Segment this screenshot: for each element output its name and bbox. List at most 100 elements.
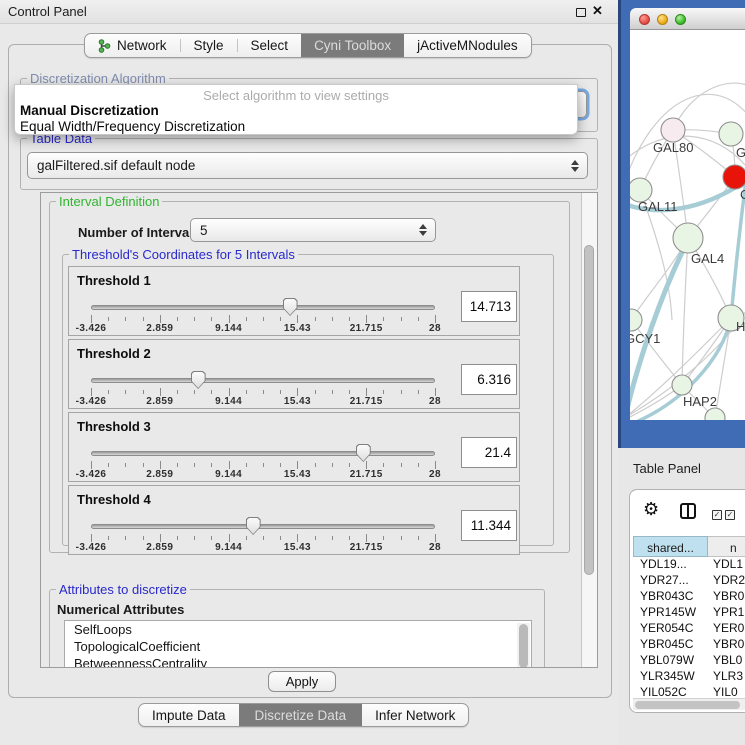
- table-header: shared... n: [633, 536, 745, 557]
- attributes-group-label: Attributes to discretize: [56, 582, 190, 597]
- table-row[interactable]: YLR345WYLR3: [633, 669, 745, 685]
- threshold-value-field[interactable]: 21.4: [461, 437, 517, 468]
- slider-thumb[interactable]: [356, 444, 371, 462]
- slider-scale-labels: -3.4262.8599.14415.4321.71528: [91, 542, 435, 553]
- slider-track[interactable]: [91, 378, 435, 383]
- network-node-label: GA: [736, 145, 745, 160]
- tab-select[interactable]: Select: [238, 34, 302, 57]
- table-row[interactable]: YBR043CYBR0: [633, 589, 745, 605]
- list-item[interactable]: BetweennessCentrality: [65, 655, 531, 668]
- num-intervals-label: Number of Intervals: [78, 225, 200, 240]
- threshold-value-field[interactable]: 11.344: [461, 510, 517, 541]
- list-item[interactable]: TopologicalCoefficient: [65, 638, 531, 655]
- threshold-slider[interactable]: [91, 444, 435, 462]
- gear-icon[interactable]: ⚙: [643, 500, 659, 518]
- network-node[interactable]: [719, 122, 743, 146]
- tab-cyni-toolbox[interactable]: Cyni Toolbox: [301, 34, 404, 57]
- interval-definition-label: Interval Definition: [56, 194, 162, 209]
- threshold-2-panel: Threshold 2 -3.4262.8599.14415.4321.7152…: [68, 339, 520, 409]
- combo-arrows-icon: [419, 224, 427, 236]
- threshold-slider[interactable]: [91, 517, 435, 535]
- network-node[interactable]: [723, 165, 745, 189]
- table-row[interactable]: YBL079WYBL0: [633, 653, 745, 669]
- network-node[interactable]: [673, 223, 703, 253]
- network-node[interactable]: [672, 375, 692, 395]
- threshold-value-field[interactable]: 6.316: [461, 364, 517, 395]
- tab-network[interactable]: Network: [85, 34, 180, 57]
- table-data-combo[interactable]: galFiltered.sif default node: [27, 152, 588, 179]
- list-item[interactable]: SelfLoops: [65, 621, 531, 638]
- table-data-combo-value: galFiltered.sif default node: [37, 158, 195, 173]
- minimize-traffic-light[interactable]: [657, 14, 668, 25]
- interval-definition-group: Interval Definition Number of Intervals …: [49, 201, 570, 553]
- threshold-label: Threshold 2: [77, 346, 151, 361]
- tab-discretize-data[interactable]: Discretize Data: [239, 704, 363, 726]
- column-layout-icon[interactable]: [680, 503, 696, 519]
- tab-infer-network[interactable]: Infer Network: [362, 704, 468, 726]
- network-node-label: HAP2: [683, 394, 717, 409]
- thresholds-group: Threshold's Coordinates for 5 Intervals …: [62, 254, 554, 546]
- network-window-titlebar[interactable]: [630, 8, 745, 30]
- slider-ticks: [91, 534, 435, 542]
- threshold-slider[interactable]: [91, 298, 435, 316]
- table-row[interactable]: YIL052CYIL0: [633, 685, 745, 697]
- combo-arrows-icon: [571, 160, 579, 172]
- network-node-label: GAL11: [638, 199, 678, 214]
- control-panel-titlebar: Control Panel ✕: [0, 0, 618, 24]
- network-node-label: GCY1: [630, 331, 660, 346]
- bottom-tab-bar: Impute Data Discretize Data Infer Networ…: [138, 703, 469, 727]
- float-window-icon[interactable]: [576, 8, 586, 17]
- dropdown-item-equal-width[interactable]: Equal Width/Frequency Discretization: [20, 119, 245, 134]
- attributes-scrollbar[interactable]: [517, 623, 530, 668]
- close-icon[interactable]: ✕: [592, 3, 603, 19]
- slider-scale-labels: -3.4262.8599.14415.4321.71528: [91, 469, 435, 480]
- network-canvas[interactable]: GAL80GACGAL11GAL4GCY1HHAP2: [630, 30, 745, 420]
- tab-style[interactable]: Style: [181, 34, 237, 57]
- threshold-label: Threshold 3: [77, 419, 151, 434]
- slider-thumb[interactable]: [283, 298, 298, 316]
- dropdown-prompt: Select algorithm to view settings: [15, 88, 577, 103]
- scrollbar-thumb[interactable]: [635, 701, 740, 709]
- numerical-attributes-label: Numerical Attributes: [57, 602, 184, 617]
- network-node[interactable]: [661, 118, 685, 142]
- close-traffic-light[interactable]: [639, 14, 650, 25]
- app-screen: Control Panel ✕ Network Style Select Cyn…: [0, 0, 745, 745]
- network-canvas-svg: GAL80GACGAL11GAL4GCY1HHAP2: [630, 30, 745, 420]
- table-row[interactable]: YDR27...YDR2: [633, 573, 745, 589]
- network-node-label: H: [736, 319, 745, 334]
- threshold-3-panel: Threshold 3 -3.4262.8599.14415.4321.7152…: [68, 412, 520, 482]
- threshold-slider[interactable]: [91, 371, 435, 389]
- slider-track[interactable]: [91, 451, 435, 456]
- num-intervals-combo[interactable]: 5: [190, 218, 436, 242]
- slider-track[interactable]: [91, 524, 435, 529]
- zoom-traffic-light[interactable]: [675, 14, 686, 25]
- network-node[interactable]: [705, 408, 725, 420]
- table-horizontal-scrollbar[interactable]: [633, 698, 745, 710]
- table-row[interactable]: YBR045CYBR0: [633, 637, 745, 653]
- threshold-label: Threshold 1: [77, 273, 151, 288]
- checkbox-icon[interactable]: ✓: [712, 510, 722, 520]
- table-row[interactable]: YPR145WYPR1: [633, 605, 745, 621]
- column-header-shared-name[interactable]: shared...: [633, 536, 708, 557]
- settings-scrollbar[interactable]: [581, 193, 597, 667]
- tab-jactivemnodules[interactable]: jActiveMNodules: [404, 34, 531, 57]
- slider-scale-labels: -3.4262.8599.14415.4321.71528: [91, 323, 435, 334]
- attributes-group: Attributes to discretize Numerical Attri…: [49, 589, 545, 668]
- table-row[interactable]: YDL19...YDL1: [633, 557, 745, 573]
- checkbox-icon[interactable]: ✓: [725, 510, 735, 520]
- numerical-attributes-list[interactable]: SelfLoopsTopologicalCoefficientBetweenne…: [64, 620, 532, 668]
- algorithm-settings-pane: Interval Definition Number of Intervals …: [40, 192, 598, 668]
- slider-track[interactable]: [91, 305, 435, 310]
- column-header-name[interactable]: n: [708, 536, 745, 557]
- network-node[interactable]: [630, 309, 642, 331]
- threshold-value-field[interactable]: 14.713: [461, 291, 517, 322]
- tab-impute-data[interactable]: Impute Data: [139, 704, 239, 726]
- slider-scale-labels: -3.4262.8599.14415.4321.71528: [91, 396, 435, 407]
- slider-thumb[interactable]: [191, 371, 206, 389]
- thresholds-group-label: Threshold's Coordinates for 5 Intervals: [69, 247, 298, 262]
- apply-button[interactable]: Apply: [268, 671, 336, 692]
- scrollbar-thumb[interactable]: [584, 245, 594, 575]
- dropdown-item-manual-discretization[interactable]: Manual Discretization: [20, 103, 159, 118]
- table-row[interactable]: YER054CYER0: [633, 621, 745, 637]
- slider-thumb[interactable]: [246, 517, 261, 535]
